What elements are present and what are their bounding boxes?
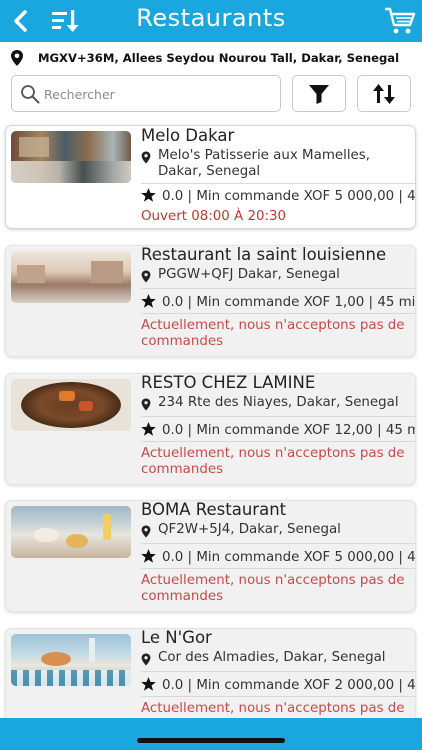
restaurant-name: Restaurant la saint louisienne (141, 245, 387, 264)
up-down-arrows-icon (373, 84, 395, 104)
restaurant-photo (11, 379, 131, 431)
status-text: Actuellement, nous n'acceptons pas de co… (141, 573, 405, 604)
star-icon (141, 422, 156, 436)
divider (141, 288, 415, 289)
rating-min-order: 0.0 | Min commande XOF 12,00 | 45 min (141, 422, 415, 438)
funnel-icon (309, 85, 329, 104)
rating-min-order: 0.0 | Min commande XOF 1,00 | 45 min (141, 294, 415, 310)
app-bar: Restaurants (0, 0, 422, 42)
restaurant-photo (11, 251, 131, 303)
star-icon (141, 294, 156, 308)
sort-order-button[interactable] (357, 75, 411, 112)
restaurant-name: RESTO CHEZ LAMINE (141, 373, 316, 392)
shopping-cart-icon[interactable] (384, 6, 416, 36)
divider (141, 671, 415, 672)
home-indicator[interactable] (137, 738, 285, 743)
restaurant-card[interactable]: BOMA Restaurant QF2W+5J4, Dakar, Senegal… (5, 500, 416, 612)
search-box[interactable] (11, 75, 281, 112)
divider (141, 183, 415, 184)
map-pin-icon (141, 525, 151, 538)
divider (141, 568, 415, 569)
rating-min-order: 0.0 | Min commande XOF 5 000,00 | 45 min (141, 188, 415, 204)
page-title: Restaurants (136, 4, 286, 32)
bottom-bar (0, 718, 422, 750)
divider (141, 543, 415, 544)
rating-min-order: 0.0 | Min commande XOF 2 000,00 | 45 min (141, 677, 415, 693)
restaurant-name: Le N'Gor (141, 628, 212, 647)
restaurant-card[interactable]: Le N'Gor Cor des Almadies, Dakar, Senega… (5, 628, 416, 728)
map-pin-icon (141, 151, 151, 164)
restaurant-location: QF2W+5J4, Dakar, Senegal (141, 522, 411, 538)
map-pin-icon (141, 653, 151, 666)
star-icon (141, 188, 156, 202)
restaurant-name: BOMA Restaurant (141, 500, 287, 519)
restaurant-card[interactable]: Restaurant la saint louisienne PGGW+QFJ … (5, 245, 416, 357)
magnifier-icon (21, 85, 40, 104)
divider (141, 441, 415, 442)
restaurant-location: Melo's Patisserie aux Mamelles, Dakar, S… (141, 148, 411, 180)
search-input[interactable] (44, 81, 274, 107)
restaurant-photo (11, 506, 131, 558)
star-icon (141, 549, 156, 563)
restaurant-card[interactable]: RESTO CHEZ LAMINE 234 Rte des Niayes, Da… (5, 373, 416, 485)
delivery-address[interactable]: MGXV+36M, Allees Seydou Nourou Tall, Dak… (0, 44, 422, 72)
restaurant-location: 234 Rte des Niayes, Dakar, Senegal (141, 395, 411, 411)
status-text: Actuellement, nous n'acceptons pas de co… (141, 318, 405, 349)
rating-min-order: 0.0 | Min commande XOF 5 000,00 | 45 min (141, 549, 415, 565)
divider (141, 313, 415, 314)
restaurant-location: Cor des Almadies, Dakar, Senegal (141, 650, 411, 666)
status-text: Actuellement, nous n'acceptons pas de co… (141, 446, 405, 477)
map-pin-icon (141, 270, 151, 283)
restaurant-card[interactable]: Melo Dakar Melo's Patisserie aux Mamelle… (5, 125, 416, 229)
restaurant-photo (11, 131, 131, 183)
restaurant-name: Melo Dakar (141, 126, 235, 145)
map-pin-icon (11, 50, 23, 66)
star-icon (141, 677, 156, 691)
divider (141, 696, 415, 697)
filter-button[interactable] (292, 75, 346, 112)
divider (141, 416, 415, 417)
restaurant-location: PGGW+QFJ Dakar, Senegal (141, 267, 411, 283)
status-text: Ouvert 08:00 À 20:30 (141, 209, 287, 224)
address-text: MGXV+36M, Allees Seydou Nourou Tall, Dak… (38, 51, 400, 65)
map-pin-icon (141, 398, 151, 411)
restaurant-photo (11, 634, 131, 686)
